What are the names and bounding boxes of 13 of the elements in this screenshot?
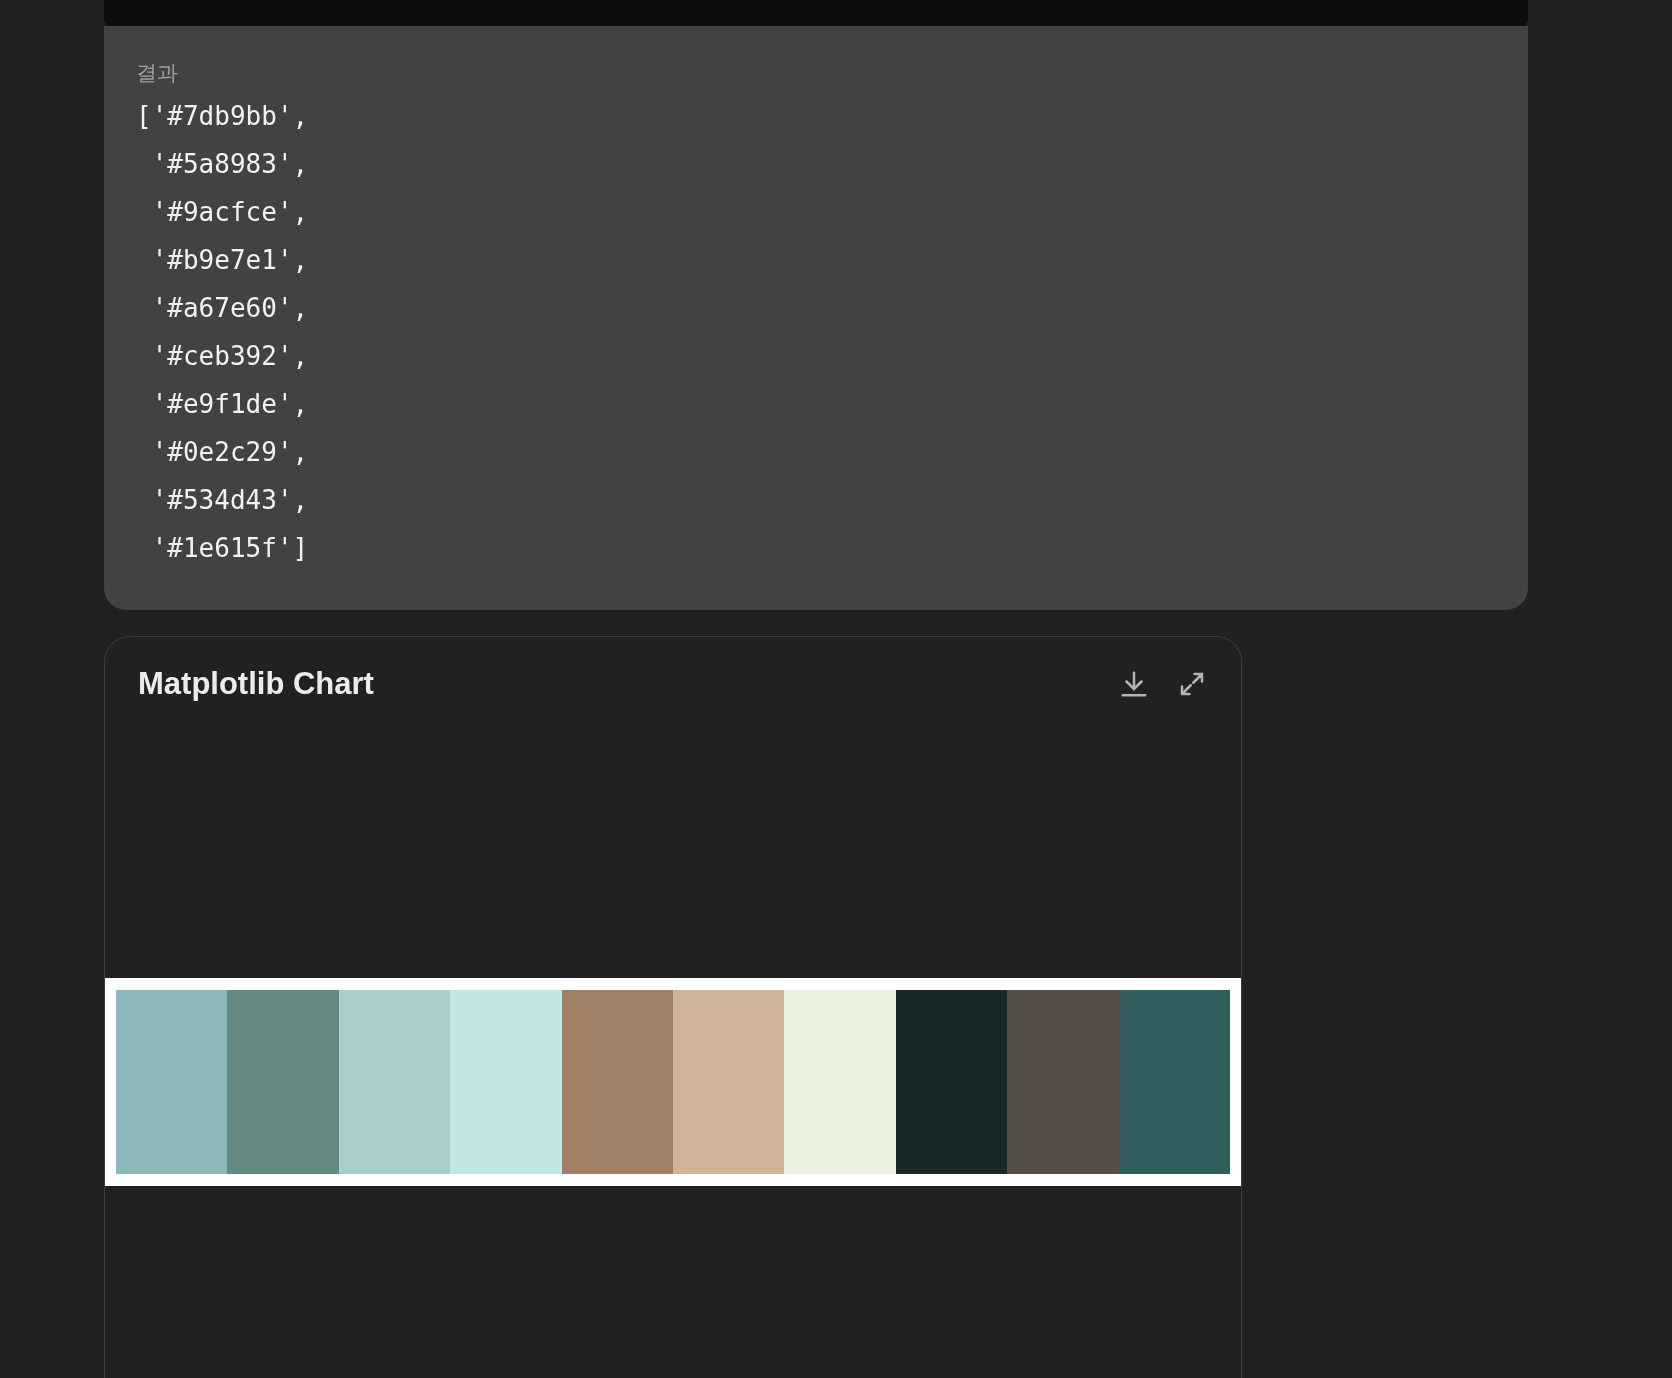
- code-line: '#534d43',: [150, 484, 309, 517]
- download-icon[interactable]: [1119, 669, 1149, 699]
- chart-title: Matplotlib Chart: [138, 664, 374, 703]
- code-line: ['#7db9bb',: [136, 100, 309, 133]
- code-line: '#ceb392',: [150, 340, 309, 373]
- code-line: '#a67e60',: [150, 292, 309, 325]
- result-label: 결과: [136, 60, 178, 86]
- code-line: '#9acfce',: [150, 196, 309, 229]
- code-line: '#0e2c29',: [150, 436, 309, 469]
- code-line: '#b9e7e1',: [150, 244, 309, 277]
- code-line: '#e9f1de',: [150, 388, 309, 421]
- code-line: '#5a8983',: [150, 148, 309, 181]
- code-line: '#1e615f']: [150, 532, 309, 565]
